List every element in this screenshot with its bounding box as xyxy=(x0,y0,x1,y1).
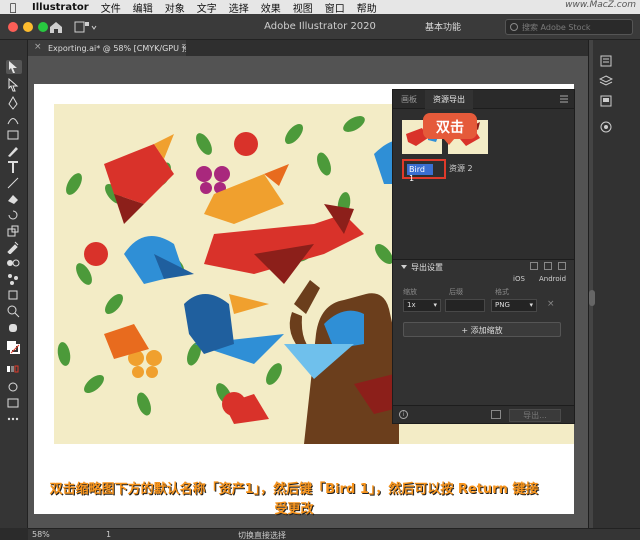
menu-edit[interactable]: 编辑 xyxy=(127,0,159,15)
artboard-tool-icon[interactable] xyxy=(6,288,22,302)
menu-type[interactable]: 文字 xyxy=(191,0,223,15)
collapse-arrow-icon[interactable] xyxy=(401,265,407,269)
workspace-menu[interactable]: 基本功能 xyxy=(425,20,495,34)
app-bar: Adobe Illustrator 2020 基本功能 搜索 Adobe Sto… xyxy=(0,14,640,40)
asset-name-input[interactable]: Bird 1 xyxy=(407,164,433,183)
right-dock xyxy=(588,40,640,528)
menu-file[interactable]: 文件 xyxy=(95,0,127,15)
status-bar: 58% 1 切换直接选择 xyxy=(28,528,640,540)
asset-name-field[interactable]: Bird 1 xyxy=(402,159,446,183)
draw-mode-icon[interactable] xyxy=(6,380,22,394)
panel-menu-icon[interactable] xyxy=(560,95,568,103)
export-row: 1x ▾ PNG ▾ × xyxy=(393,298,574,314)
platform-presets: iOS Android xyxy=(393,274,574,286)
scale-select[interactable]: 1x ▾ xyxy=(403,299,441,312)
export-settings-header[interactable]: 导出设置 xyxy=(393,260,574,274)
format-value: PNG xyxy=(495,301,510,309)
stock-search-placeholder: 搜索 Adobe Stock xyxy=(522,23,591,32)
curvature-tool-icon[interactable] xyxy=(6,112,22,126)
paintbrush-tool-icon[interactable] xyxy=(6,144,22,158)
tab-artboards[interactable]: 画板 xyxy=(393,90,425,109)
color-mode-icon[interactable] xyxy=(6,362,22,376)
menu-window[interactable]: 窗口 xyxy=(319,0,351,15)
duplicate-icon[interactable] xyxy=(544,262,552,270)
caption-line-2: 受更改 xyxy=(274,502,314,517)
col-scale: 缩放 xyxy=(403,288,417,296)
suffix-input[interactable] xyxy=(445,299,485,312)
zoom-level[interactable]: 58% xyxy=(32,530,50,539)
asset-2-name[interactable]: 资源 2 xyxy=(449,163,473,174)
menu-object[interactable]: 对象 xyxy=(159,0,191,15)
panel-tabs: 画板 资源导出 xyxy=(393,90,574,109)
add-preset-icon[interactable] xyxy=(530,262,538,270)
properties-icon[interactable] xyxy=(599,54,613,68)
menu-app-name[interactable]: Illustrator xyxy=(26,2,95,13)
color-themes-icon[interactable] xyxy=(599,120,613,134)
current-tool-status: 切换直接选择 xyxy=(238,531,286,540)
rectangle-tool-icon[interactable] xyxy=(6,128,22,142)
col-format: 格式 xyxy=(495,288,509,296)
layers-icon[interactable] xyxy=(599,74,613,88)
line-tool-icon[interactable] xyxy=(6,176,22,190)
delete-icon[interactable] xyxy=(558,262,566,270)
document-tab[interactable]: × Exporting.ai* @ 58% [CMYK/GPU 预览] xyxy=(28,40,186,56)
eyedropper-tool-icon[interactable] xyxy=(6,240,22,255)
artboard-number[interactable]: 1 xyxy=(106,530,111,539)
screen-mode-icon[interactable] xyxy=(6,396,22,410)
caption-line-1: 双击缩略图下方的默认名称「资产1」，然后键「Bird 1」，然后可以按 Retu… xyxy=(49,482,539,497)
search-icon xyxy=(510,23,518,31)
dock-divider xyxy=(589,40,593,528)
blend-tool-icon[interactable] xyxy=(6,256,22,270)
export-settings-title: 导出设置 xyxy=(411,263,443,272)
export-button[interactable]: 导出... xyxy=(509,409,561,422)
scale-value: 1x xyxy=(407,301,416,309)
hand-tool-icon[interactable] xyxy=(6,320,22,334)
dock-scrollbar[interactable] xyxy=(589,290,595,306)
asset-export-panel: 画板 资源导出 双击 Bird 1 资源 2 导出设置 iOS Android … xyxy=(392,89,575,424)
chevron-down-icon: ▾ xyxy=(433,301,437,309)
remove-row-icon[interactable]: × xyxy=(547,299,555,309)
info-icon[interactable]: i xyxy=(399,410,408,419)
tools-panel xyxy=(0,40,28,528)
scale-tool-icon[interactable] xyxy=(6,224,22,238)
libraries-icon[interactable] xyxy=(599,94,613,108)
chevron-down-icon: ▾ xyxy=(529,301,533,309)
close-tab-icon[interactable]: × xyxy=(34,42,42,52)
menu-select[interactable]: 选择 xyxy=(223,0,255,15)
symbol-sprayer-tool-icon[interactable] xyxy=(6,272,22,286)
preset-android[interactable]: Android xyxy=(539,275,566,283)
document-tab-title: Exporting.ai* @ 58% [CMYK/GPU 预览] xyxy=(48,44,186,53)
format-select[interactable]: PNG ▾ xyxy=(491,299,537,312)
export-settings: 导出设置 iOS Android 缩放 后缀 格式 1x ▾ PNG ▾ × + 添… xyxy=(393,259,574,337)
rotate-tool-icon[interactable] xyxy=(6,208,22,222)
col-suffix: 后缀 xyxy=(449,288,463,296)
export-for-screens-icon[interactable] xyxy=(491,410,501,419)
tutorial-caption: 双击缩略图下方的默认名称「资产1」，然后键「Bird 1」，然后可以按 Retu… xyxy=(0,480,588,520)
direct-selection-tool-icon[interactable] xyxy=(6,77,22,92)
menu-view[interactable]: 视图 xyxy=(287,0,319,15)
tab-asset-export[interactable]: 资源导出 xyxy=(425,90,473,109)
export-column-headers: 缩放 后缀 格式 xyxy=(393,286,574,298)
add-scale-button[interactable]: + 添加缩放 xyxy=(403,322,561,337)
menu-effect[interactable]: 效果 xyxy=(255,0,287,15)
document-tab-bar: × Exporting.ai* @ 58% [CMYK/GPU 预览] xyxy=(28,40,588,56)
pen-tool-icon[interactable] xyxy=(6,95,22,110)
fill-stroke-swatch-icon[interactable] xyxy=(6,340,22,354)
double-click-callout: 双击 xyxy=(423,113,477,145)
eraser-tool-icon[interactable] xyxy=(6,192,22,206)
selection-tool-icon[interactable] xyxy=(6,60,22,74)
watermark-logo: www.MacZ.com xyxy=(565,0,636,10)
stock-search-input[interactable]: 搜索 Adobe Stock xyxy=(505,19,633,35)
panel-footer: i 导出... xyxy=(393,405,574,423)
zoom-tool-icon[interactable] xyxy=(6,304,22,318)
more-tools-icon[interactable] xyxy=(6,412,22,426)
apple-icon[interactable]:  xyxy=(0,1,26,14)
type-tool-icon[interactable] xyxy=(6,160,22,174)
preset-ios[interactable]: iOS xyxy=(513,275,525,283)
menubar:  Illustrator 文件 编辑 对象 文字 选择 效果 视图 窗口 帮助… xyxy=(0,0,640,15)
assets-grid: 双击 Bird 1 资源 2 xyxy=(393,109,574,259)
menu-help[interactable]: 帮助 xyxy=(351,0,383,15)
